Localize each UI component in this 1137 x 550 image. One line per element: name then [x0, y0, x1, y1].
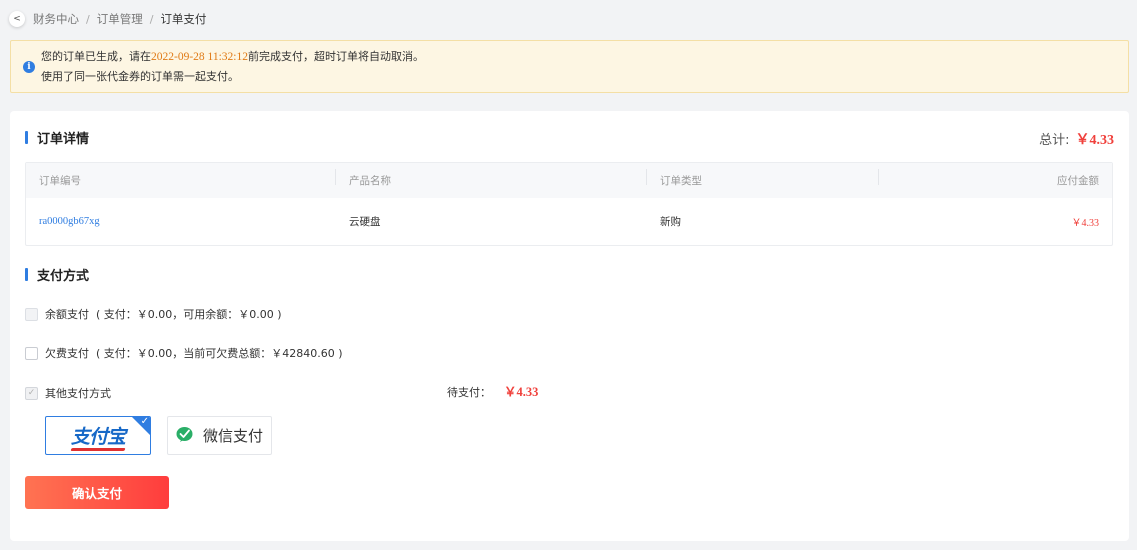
check-icon: ✓: [140, 416, 149, 427]
column-header-product: 产品名称: [336, 169, 647, 188]
pending-label: 待支付：: [447, 386, 491, 399]
alipay-option[interactable]: 支付宝 ✓: [45, 416, 151, 455]
order-total: 总计: ￥4.33: [1039, 129, 1114, 149]
info-icon: i: [23, 61, 35, 73]
row-amount: ￥4.33: [1071, 218, 1100, 229]
top-bar: < 财务中心 / 订单管理 / 订单支付: [0, 0, 1137, 38]
product-name: 云硬盘: [349, 216, 381, 228]
balance-payment-checkbox[interactable]: [25, 307, 38, 321]
column-header-order-no: 订单编号: [26, 169, 336, 188]
arrears-payment-detail: ( 支付：￥0.00，当前可欠费总额：￥42840.60 ): [96, 347, 343, 360]
payment-method-title: 支付方式: [25, 265, 89, 284]
total-amount: ￥4.33: [1075, 133, 1115, 148]
other-payment-option[interactable]: ✓ 其他支付方式: [25, 385, 111, 401]
notice-suffix: 前完成支付，超时订单将自动取消。: [248, 50, 424, 63]
column-header-amount: 应付金额: [1057, 175, 1099, 187]
order-notice: i 您的订单已生成，请在2022-09-28 11:32:12前完成支付，超时订…: [10, 40, 1129, 93]
payment-deadline: 2022-09-28 11:32:12: [151, 51, 248, 63]
arrears-payment-checkbox[interactable]: [25, 346, 38, 360]
arrears-payment-option[interactable]: 欠费支付 ( 支付：￥0.00，当前可欠费总额：￥42840.60 ): [25, 345, 343, 361]
wechat-pay-label: 微信支付: [202, 427, 263, 445]
balance-payment-option[interactable]: 余额支付 ( 支付：￥0.00，可用余额：￥0.00 ): [25, 306, 282, 322]
breadcrumb: 财务中心 / 订单管理 / 订单支付: [33, 11, 206, 27]
breadcrumb-item-finance[interactable]: 财务中心: [33, 11, 79, 27]
breadcrumb-item-orders[interactable]: 订单管理: [97, 11, 143, 27]
alipay-logo: 支付宝: [71, 422, 126, 449]
table-row: ra0000gb67xg 云硬盘 新购 ￥4.33: [26, 198, 1112, 245]
order-table: 订单编号 产品名称 订单类型 应付金额 ra0000gb67xg 云硬盘 新购 …: [25, 162, 1113, 246]
confirm-payment-button[interactable]: 确认支付: [25, 476, 169, 509]
back-button[interactable]: <: [9, 11, 25, 27]
order-number-link[interactable]: ra0000gb67xg: [26, 216, 336, 227]
pending-amount: ￥4.33: [504, 385, 539, 399]
pending-payment: 待支付： ￥4.33: [447, 381, 538, 400]
column-header-type: 订单类型: [647, 169, 879, 188]
breadcrumb-separator: /: [86, 12, 90, 26]
wechat-pay-option[interactable]: 微信支付: [167, 416, 272, 455]
notice-line-voucher: 使用了同一张代金券的订单需一起支付。: [41, 70, 239, 83]
other-payment-label: 其他支付方式: [45, 387, 111, 400]
payment-card: 订单详情 总计: ￥4.33 订单编号 产品名称 订单类型 应付金额 ra000…: [10, 111, 1129, 541]
notice-line-deadline: 您的订单已生成，请在2022-09-28 11:32:12前完成支付，超时订单将…: [41, 47, 1128, 67]
notice-prefix: 您的订单已生成，请在: [41, 50, 151, 63]
total-label: 总计:: [1039, 133, 1070, 148]
order-type: 新购: [660, 216, 681, 228]
balance-payment-label: 余额支付: [45, 308, 89, 321]
arrears-payment-label: 欠费支付: [45, 347, 89, 360]
breadcrumb-current: 订单支付: [160, 12, 207, 26]
other-payment-checkbox[interactable]: ✓: [25, 386, 38, 400]
order-details-title: 订单详情: [25, 128, 89, 147]
breadcrumb-separator: /: [149, 12, 154, 26]
wechat-icon: [176, 427, 193, 442]
balance-payment-detail: ( 支付：￥0.00，可用余额：￥0.00 ): [96, 308, 282, 321]
table-header: 订单编号 产品名称 订单类型 应付金额: [26, 163, 1112, 198]
